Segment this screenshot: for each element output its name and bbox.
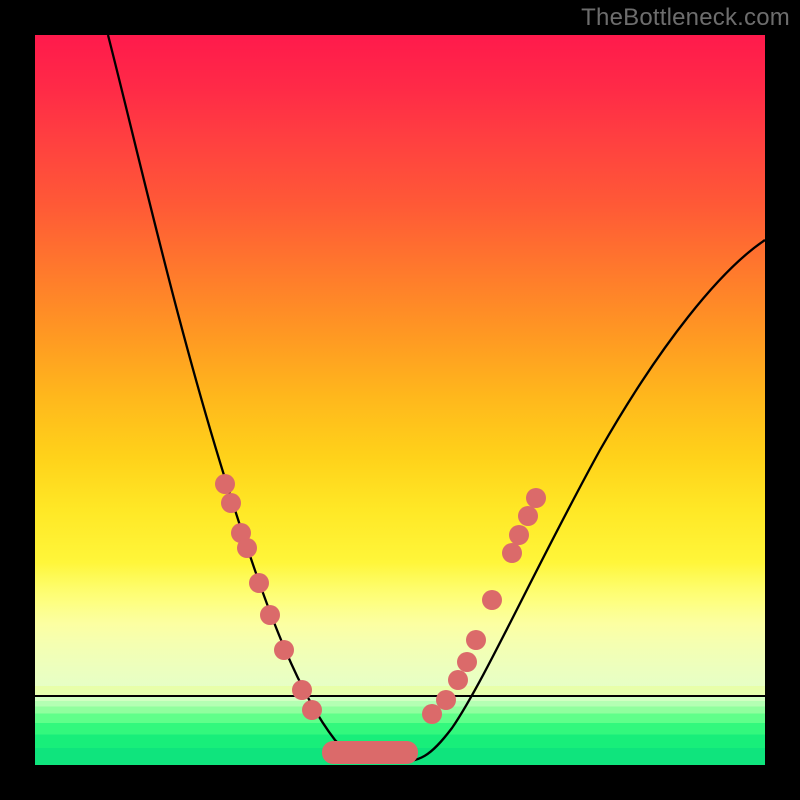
chart-background-band-upper	[35, 562, 765, 624]
chart-background-band-lower	[35, 624, 765, 686]
chart-frame: TheBottleneck.com	[0, 0, 800, 800]
chart-background-green-stripes	[35, 697, 765, 765]
watermark-label: TheBottleneck.com	[581, 4, 790, 32]
